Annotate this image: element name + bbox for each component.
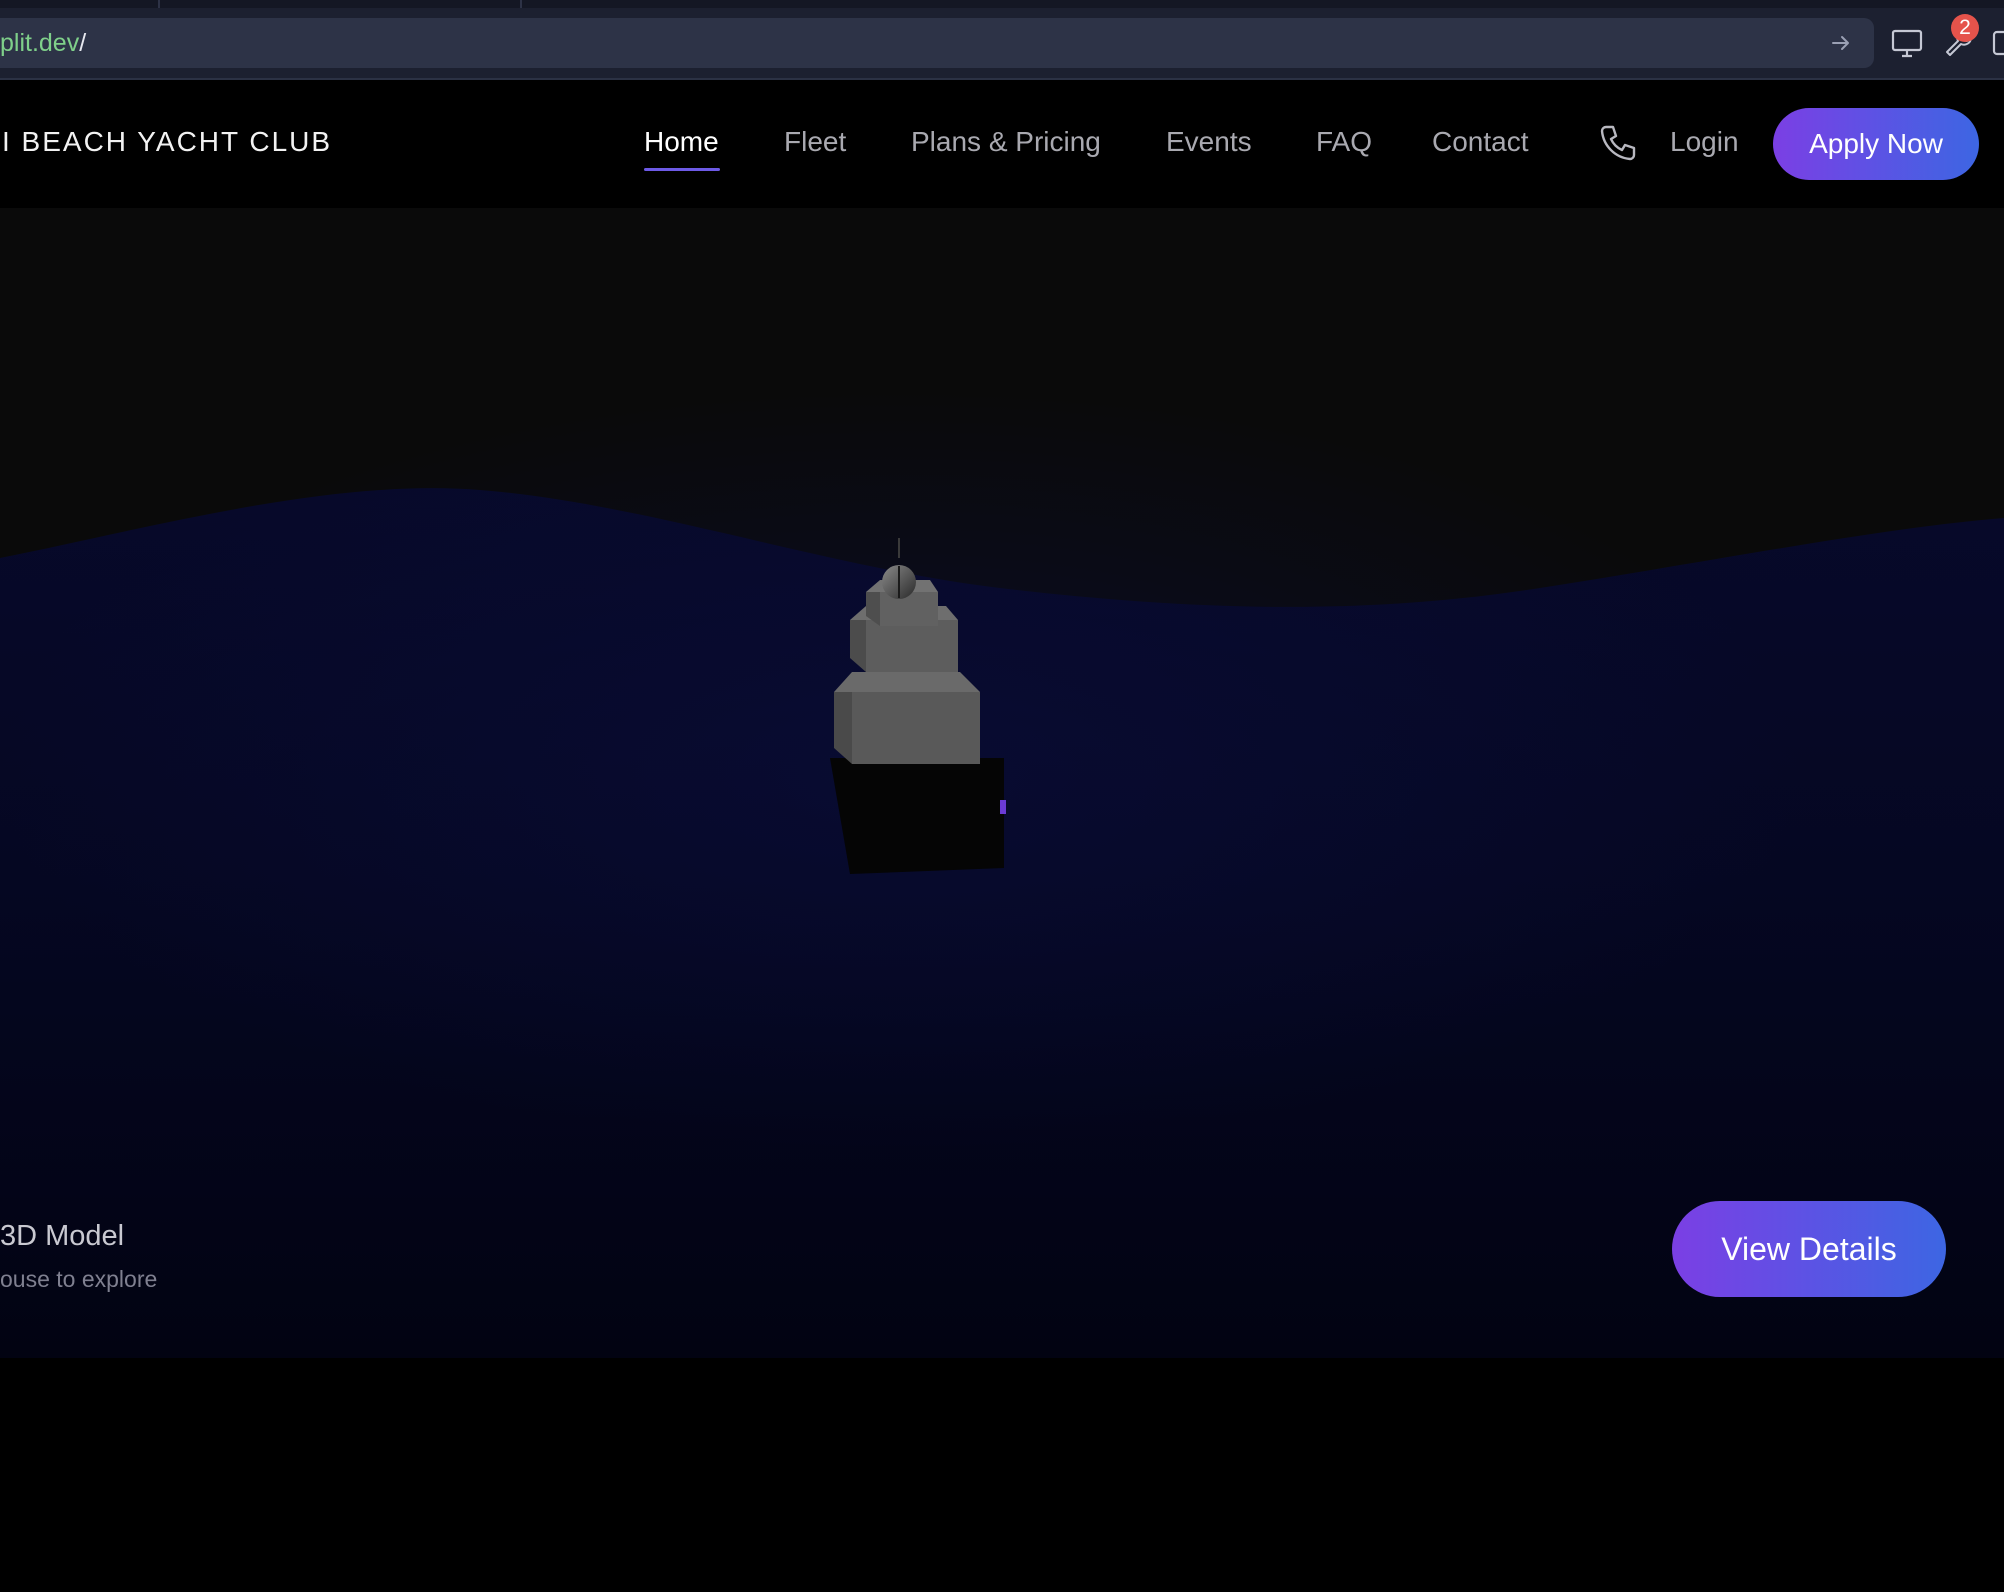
go-arrow-icon[interactable] — [1828, 30, 1854, 56]
view-details-button[interactable]: View Details — [1672, 1201, 1946, 1297]
notification-badge: 2 — [1951, 14, 1979, 42]
active-nav-indicator — [644, 168, 720, 171]
url-path: / — [79, 29, 87, 57]
browser-chrome: plit.dev/ 2 — [0, 0, 2004, 80]
nav-link-contact[interactable]: Contact — [1432, 126, 1529, 158]
lower-deck-top — [834, 672, 980, 692]
middle-deck-front — [866, 620, 958, 672]
url-text[interactable]: plit.dev/ — [0, 30, 86, 56]
model-hint: ouse to explore — [0, 1266, 158, 1292]
address-bar[interactable]: plit.dev/ — [0, 18, 1874, 68]
yacht-3d-canvas[interactable] — [0, 208, 2004, 1358]
site-header: I BEACH YACHT CLUB Home Fleet Plans & Pr… — [0, 80, 2004, 208]
tab-separator — [158, 0, 160, 8]
phone-icon[interactable] — [1597, 122, 1639, 164]
login-link[interactable]: Login — [1670, 126, 1739, 158]
nav-link-home[interactable]: Home — [644, 126, 719, 158]
hero-3d-viewer[interactable]: 3D Model ouse to explore View Details — [0, 208, 2004, 1358]
tab-separator — [520, 0, 522, 8]
url-domain: plit.dev — [0, 29, 80, 57]
upper-deck-front — [880, 592, 938, 626]
nav-link-faq[interactable]: FAQ — [1316, 126, 1372, 158]
apply-now-button[interactable]: Apply Now — [1773, 108, 1979, 180]
panel-icon[interactable] — [1990, 26, 2004, 60]
lower-deck-front — [852, 692, 980, 764]
monitor-icon[interactable] — [1890, 26, 1924, 60]
nav-link-plans-pricing[interactable]: Plans & Pricing — [911, 126, 1101, 158]
site-brand[interactable]: I BEACH YACHT CLUB — [2, 126, 332, 158]
nav-link-fleet[interactable]: Fleet — [784, 126, 846, 158]
tab-strip — [0, 0, 2004, 8]
yacht-hull — [830, 758, 1004, 874]
hull-light — [1000, 800, 1006, 814]
nav-link-events[interactable]: Events — [1166, 126, 1252, 158]
page-below-hero — [0, 1358, 2004, 1592]
model-title: 3D Model — [0, 1220, 125, 1252]
